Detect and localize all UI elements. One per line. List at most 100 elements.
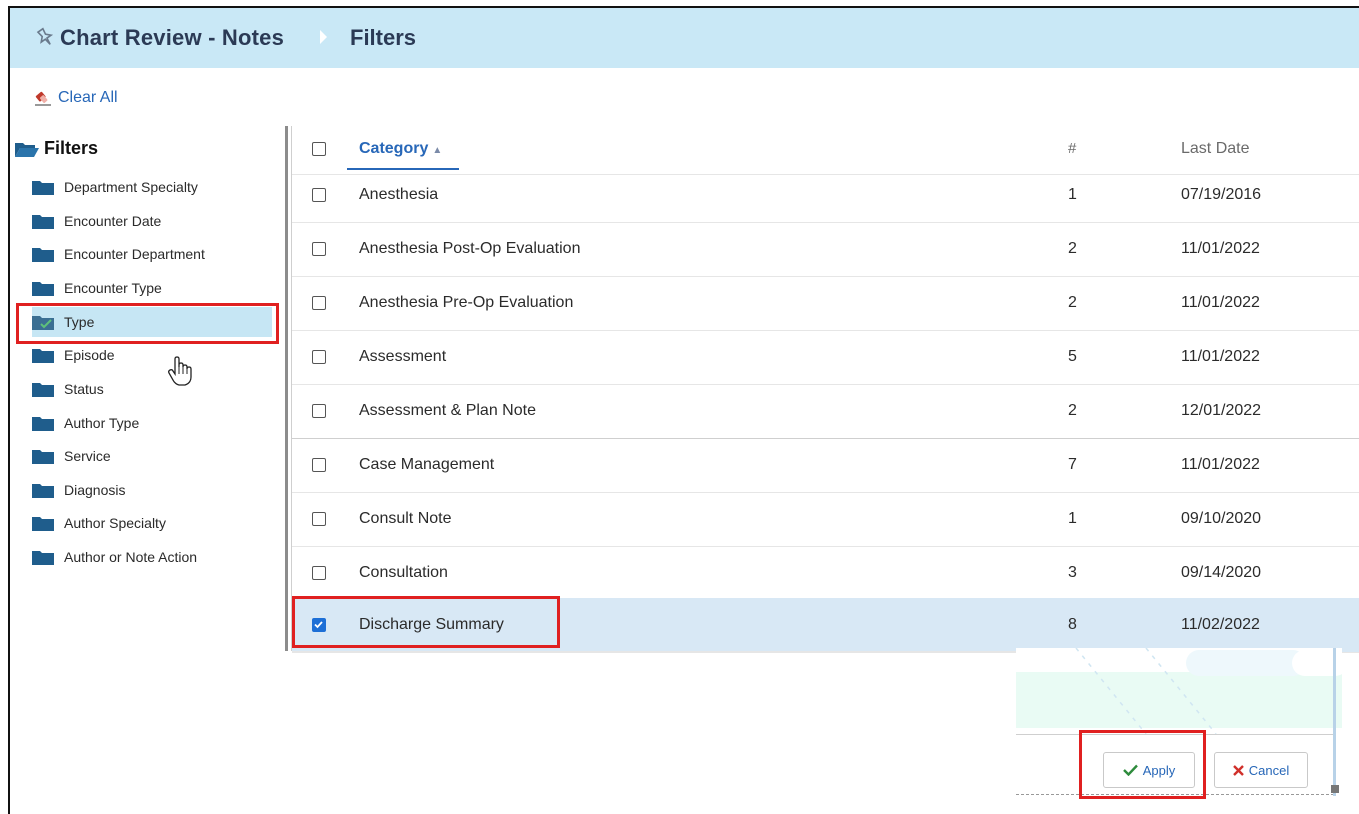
cell-last-date: 07/19/2016 bbox=[1181, 186, 1262, 203]
cell-last-date: 09/10/2020 bbox=[1181, 510, 1262, 527]
dialog-bottom-border bbox=[1016, 794, 1334, 795]
dialog-scrollbar[interactable] bbox=[1333, 648, 1336, 796]
sidebar-item-department-specialty[interactable]: Department Specialty bbox=[32, 172, 272, 202]
sidebar-item-author-or-note-action[interactable]: Author or Note Action bbox=[32, 542, 272, 572]
breadcrumb-separator-icon bbox=[320, 30, 327, 44]
sidebar-item-label: Type bbox=[64, 314, 95, 330]
sidebar-item-episode[interactable]: Episode bbox=[32, 340, 272, 370]
column-header-count[interactable]: # bbox=[1068, 140, 1076, 157]
cell-category: Case Management bbox=[359, 456, 495, 473]
sidebar-item-encounter-department[interactable]: Encounter Department bbox=[32, 239, 272, 269]
cancel-button[interactable]: Cancel bbox=[1214, 752, 1308, 788]
sidebar-item-label: Department Specialty bbox=[64, 179, 198, 195]
sidebar-item-author-specialty[interactable]: Author Specialty bbox=[32, 508, 272, 538]
folder-icon bbox=[32, 484, 54, 498]
row-checkbox[interactable] bbox=[312, 242, 326, 256]
cell-count: 8 bbox=[1068, 616, 1077, 633]
cell-count: 1 bbox=[1068, 186, 1077, 203]
sidebar-item-label: Episode bbox=[64, 347, 115, 363]
row-checkbox[interactable] bbox=[312, 404, 326, 418]
folder-icon bbox=[32, 181, 54, 195]
folder-icon bbox=[32, 349, 54, 363]
cell-count: 3 bbox=[1068, 564, 1077, 581]
table-row[interactable]: Case Management 7 11/01/2022 bbox=[292, 438, 1359, 493]
row-checkbox[interactable] bbox=[312, 350, 326, 364]
cell-category: Assessment bbox=[359, 348, 447, 365]
table-row[interactable]: Consult Note 1 09/10/2020 bbox=[292, 492, 1359, 547]
cell-category: Discharge Summary bbox=[359, 616, 504, 633]
sidebar-item-encounter-date[interactable]: Encounter Date bbox=[32, 206, 272, 236]
cell-category: Anesthesia Pre-Op Evaluation bbox=[359, 294, 574, 311]
sidebar-item-status[interactable]: Status bbox=[32, 374, 272, 404]
table-row[interactable]: Anesthesia Pre-Op Evaluation 2 11/01/202… bbox=[292, 276, 1359, 331]
table-row[interactable]: Consultation 3 09/14/2020 bbox=[292, 546, 1359, 601]
folder-icon bbox=[32, 282, 54, 296]
column-header-last-date[interactable]: Last Date bbox=[1181, 140, 1249, 158]
cell-count: 1 bbox=[1068, 510, 1077, 527]
breadcrumb-filters: Filters bbox=[350, 25, 417, 50]
x-icon bbox=[1232, 764, 1244, 776]
cell-last-date: 11/02/2022 bbox=[1181, 616, 1260, 633]
eraser-icon bbox=[35, 91, 51, 106]
clear-all-button[interactable]: Clear All bbox=[34, 86, 118, 110]
select-all-checkbox[interactable] bbox=[312, 142, 326, 156]
sidebar-item-label: Author Type bbox=[64, 415, 140, 431]
sidebar-item-label: Encounter Date bbox=[64, 213, 162, 229]
cell-category: Anesthesia Post-Op Evaluation bbox=[359, 240, 581, 257]
row-checkbox[interactable] bbox=[312, 296, 326, 310]
sidebar-item-label: Encounter Department bbox=[64, 246, 205, 262]
sidebar-item-service[interactable]: Service bbox=[32, 441, 272, 471]
sidebar-item-encounter-type[interactable]: Encounter Type bbox=[32, 273, 272, 303]
sidebar-item-label: Author or Note Action bbox=[64, 549, 198, 565]
open-folder-icon bbox=[15, 142, 39, 157]
cell-last-date: 11/01/2022 bbox=[1181, 456, 1260, 473]
folder-icon bbox=[32, 450, 54, 464]
column-header-category[interactable]: Category ▲ bbox=[359, 140, 442, 158]
table-row[interactable]: Anesthesia 1 07/19/2016 bbox=[292, 168, 1359, 223]
pin-icon[interactable] bbox=[34, 26, 56, 48]
category-table: Category ▲ # Last Date Anesthesia 1 07/19… bbox=[292, 126, 1359, 653]
folder-icon bbox=[32, 517, 54, 531]
table-row-selected[interactable]: Discharge Summary 8 11/02/2022 bbox=[292, 598, 1359, 653]
table-row[interactable]: Assessment 5 11/01/2022 bbox=[292, 330, 1359, 385]
title-bar: Chart Review - Notes Filters bbox=[10, 8, 1359, 68]
resize-grip[interactable] bbox=[1331, 785, 1339, 793]
sidebar-item-label: Encounter Type bbox=[64, 280, 162, 296]
breadcrumb-chart-review[interactable]: Chart Review - Notes bbox=[60, 25, 284, 51]
row-checkbox[interactable] bbox=[312, 512, 326, 526]
row-checkbox[interactable] bbox=[312, 566, 326, 580]
row-checkbox[interactable] bbox=[312, 458, 326, 472]
folder-icon bbox=[32, 215, 54, 229]
cell-last-date: 11/01/2022 bbox=[1181, 240, 1260, 257]
filters-tree-header[interactable]: Filters bbox=[14, 138, 98, 159]
cell-last-date: 09/14/2020 bbox=[1181, 564, 1262, 581]
checkmark-icon bbox=[314, 621, 323, 629]
pane-splitter[interactable] bbox=[285, 126, 288, 651]
cell-last-date: 12/01/2022 bbox=[1181, 402, 1262, 419]
cell-category: Anesthesia bbox=[359, 186, 439, 203]
sidebar-item-type[interactable]: Type bbox=[32, 307, 272, 337]
cell-category: Consultation bbox=[359, 564, 448, 581]
column-header-category-label: Category bbox=[359, 140, 429, 157]
sidebar-item-author-type[interactable]: Author Type bbox=[32, 408, 272, 438]
checkmark-icon bbox=[1122, 764, 1138, 776]
sidebar-item-label: Service bbox=[64, 448, 111, 464]
folder-icon bbox=[32, 551, 54, 565]
cell-count: 2 bbox=[1068, 294, 1077, 311]
apply-label: Apply bbox=[1142, 762, 1176, 778]
folder-icon bbox=[32, 417, 54, 431]
row-checkbox-checked[interactable] bbox=[312, 618, 326, 632]
table-row[interactable]: Anesthesia Post-Op Evaluation 2 11/01/20… bbox=[292, 222, 1359, 277]
hand-cursor-icon bbox=[168, 356, 192, 386]
table-row[interactable]: Assessment & Plan Note 2 12/01/2022 bbox=[292, 384, 1359, 439]
row-checkbox[interactable] bbox=[312, 188, 326, 202]
sort-ascending-icon: ▲ bbox=[432, 145, 443, 156]
folder-icon bbox=[32, 248, 54, 262]
cell-count: 2 bbox=[1068, 240, 1077, 257]
cell-category: Assessment & Plan Note bbox=[359, 402, 536, 419]
cell-count: 2 bbox=[1068, 402, 1077, 419]
sidebar-item-diagnosis[interactable]: Diagnosis bbox=[32, 475, 272, 505]
filters-tree-title: Filters bbox=[44, 138, 99, 158]
cell-count: 5 bbox=[1068, 348, 1077, 365]
apply-button[interactable]: Apply bbox=[1103, 752, 1195, 788]
